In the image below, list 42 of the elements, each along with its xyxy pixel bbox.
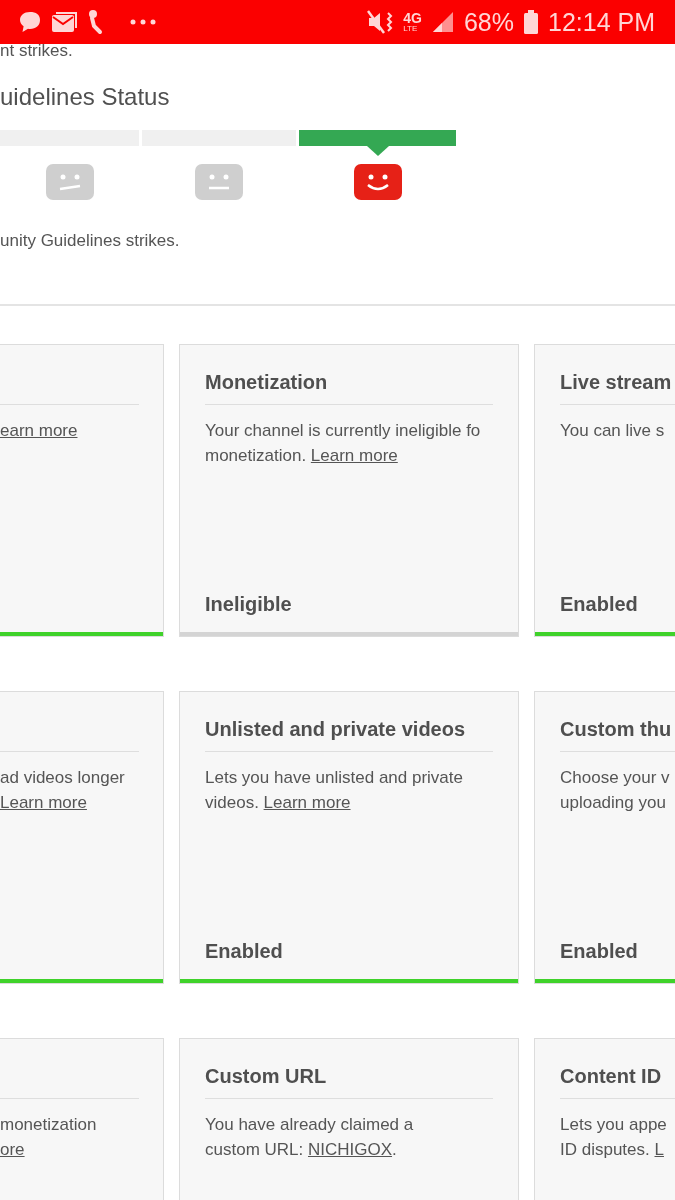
- card-description: Lets you have unlisted and private videos. Learn more: [205, 767, 464, 814]
- mute-vibrate-icon: [367, 10, 394, 34]
- status-label: Ineligible: [205, 592, 292, 617]
- card-title: Custom thu: [560, 716, 675, 752]
- more-icon: [130, 19, 156, 25]
- phone-icon: [88, 9, 104, 35]
- link[interactable]: Learn more: [0, 793, 87, 812]
- smiling-face-icon: [353, 164, 402, 200]
- card-description: monetization ore: [0, 1114, 98, 1161]
- skeptical-face-icon: [45, 164, 94, 200]
- strikes-note: unity Guidelines strikes.: [0, 230, 181, 252]
- chat-icon: [18, 10, 42, 34]
- signal-icon: [431, 11, 454, 33]
- neutral-face-icon: [195, 164, 243, 200]
- network-type: 4G: [403, 11, 422, 25]
- section-title: uidelines Status: [0, 82, 171, 112]
- network-subtype: LTE: [403, 25, 419, 33]
- link[interactable]: L: [654, 1140, 664, 1159]
- card-description: Choose your v uploading you: [560, 767, 671, 814]
- intro-text: nt strikes.: [0, 44, 74, 58]
- clock-time: 12:14 PM: [548, 7, 655, 37]
- card-title: Unlisted and private videos: [205, 716, 493, 752]
- link[interactable]: ore: [0, 1140, 25, 1159]
- mail-icon: [52, 11, 78, 33]
- card-description: Your channel is currently ineligible fo monetization. Learn more: [205, 420, 482, 467]
- card-title: Custom URL: [205, 1063, 493, 1099]
- link[interactable]: Learn more: [263, 793, 351, 812]
- status-label: Enabled: [560, 939, 638, 964]
- card-title: Monetization: [205, 369, 493, 405]
- status-label: Enabled: [205, 939, 283, 964]
- status-label: Enabled: [560, 592, 638, 617]
- card-description: Lets you appe ID disputes. L: [560, 1114, 668, 1161]
- card-description: You can live s: [560, 420, 666, 442]
- link[interactable]: NICHIGOX: [308, 1140, 393, 1159]
- card-description: ad videos longer Learn more: [0, 767, 126, 814]
- card-description: You have already claimed a custom URL: NICHIGOX.: [205, 1114, 415, 1161]
- link[interactable]: Learn more: [310, 446, 398, 465]
- battery-icon: [524, 10, 538, 34]
- link[interactable]: earn more: [0, 421, 78, 440]
- battery-percentage: 68%: [463, 7, 514, 37]
- card-title: Live stream: [560, 369, 675, 405]
- card-title: Content ID: [560, 1063, 675, 1099]
